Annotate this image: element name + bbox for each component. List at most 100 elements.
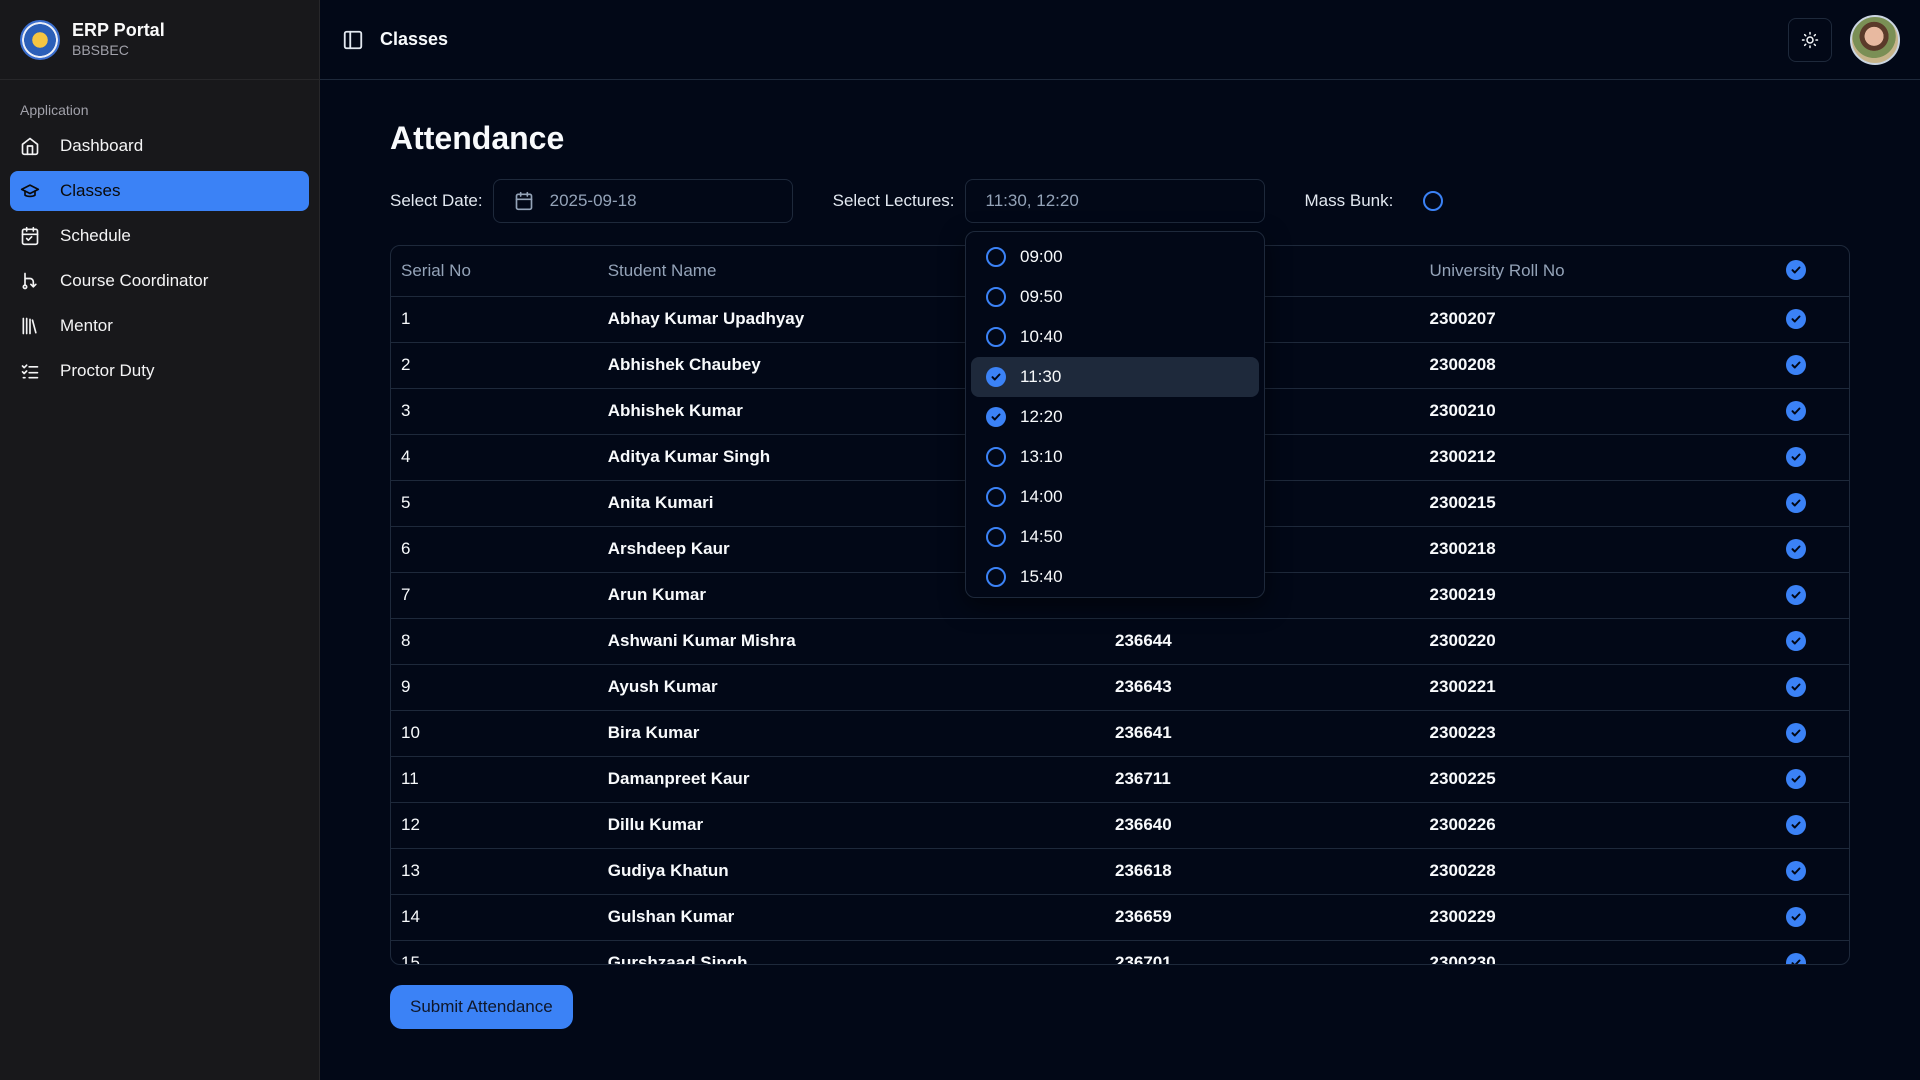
cell-university-roll: 2300208 — [1419, 342, 1777, 389]
cell-university-roll: 2300229 — [1419, 894, 1777, 941]
topbar: Classes — [320, 0, 1920, 80]
sidebar-toggle-button[interactable] — [340, 27, 366, 53]
lecture-checkbox[interactable] — [986, 287, 1006, 307]
sidebar-item-label: Mentor — [60, 316, 113, 335]
lecture-option-1540[interactable]: 15:40 — [971, 557, 1259, 597]
present-checkbox[interactable] — [1786, 538, 1807, 559]
main-area: Classes Attendance Select Date: 2025-09-… — [320, 0, 1920, 1080]
cell-university-roll: 2300207 — [1419, 296, 1777, 343]
lecture-checkbox[interactable] — [986, 447, 1006, 467]
table-row: 10 Bira Kumar 236641 2300223 — [391, 710, 1849, 757]
table-row: 8 Ashwani Kumar Mishra 236644 2300220 — [391, 618, 1849, 665]
sidebar-item-proctor-duty[interactable]: Proctor Duty — [10, 351, 309, 391]
date-picker[interactable]: 2025-09-18 — [492, 179, 793, 223]
brand-title: ERP Portal — [72, 20, 165, 41]
cell-serial: 5 — [391, 480, 598, 527]
lecture-checkbox-checked[interactable] — [986, 367, 1006, 387]
lecture-option-1130[interactable]: 11:30 — [971, 357, 1259, 397]
brand[interactable]: ERP Portal BBSBEC — [0, 0, 319, 80]
cell-roll: 236618 — [1104, 848, 1420, 895]
cell-serial: 11 — [391, 756, 598, 803]
present-checkbox[interactable] — [1786, 768, 1807, 789]
check-icon — [1791, 453, 1801, 460]
lecture-checkbox-checked[interactable] — [986, 407, 1006, 427]
submit-attendance-button[interactable]: Submit Attendance — [390, 985, 573, 1029]
lecture-checkbox[interactable] — [986, 487, 1006, 507]
sidebar-item-dashboard[interactable]: Dashboard — [10, 126, 309, 166]
check-icon — [1791, 591, 1801, 598]
sidebar-item-classes[interactable]: Classes — [10, 171, 309, 211]
lectures-select[interactable]: 11:30, 12:20 — [964, 179, 1265, 223]
cell-student-name: Ashwani Kumar Mishra — [597, 618, 1105, 665]
lecture-checkbox[interactable] — [986, 527, 1006, 547]
present-checkbox[interactable] — [1786, 722, 1807, 743]
cell-roll: 236641 — [1104, 710, 1420, 757]
cell-student-name: Bira Kumar — [597, 710, 1105, 757]
present-checkbox[interactable] — [1786, 814, 1807, 835]
cell-roll: 236659 — [1104, 894, 1420, 941]
cell-university-roll: 2300215 — [1419, 480, 1777, 527]
present-checkbox[interactable] — [1786, 630, 1807, 651]
present-checkbox[interactable] — [1786, 492, 1807, 513]
brand-subtitle: BBSBEC — [72, 41, 129, 58]
sidebar-item-schedule[interactable]: Schedule — [10, 216, 309, 256]
header-select-all[interactable] — [1776, 246, 1849, 297]
cell-serial: 15 — [391, 940, 598, 964]
panel-left-icon — [343, 30, 363, 49]
check-icon — [1791, 637, 1801, 644]
present-checkbox[interactable] — [1786, 584, 1807, 605]
lecture-option-1220[interactable]: 12:20 — [971, 397, 1259, 437]
cell-roll: 236711 — [1104, 756, 1420, 803]
present-checkbox[interactable] — [1786, 446, 1807, 467]
lecture-option-1400[interactable]: 14:00 — [971, 477, 1259, 517]
lectures-label: Select Lectures: — [832, 191, 955, 210]
cell-serial: 1 — [391, 296, 598, 343]
lecture-option-label: 14:50 — [1020, 527, 1063, 546]
mass-bunk-checkbox[interactable] — [1423, 191, 1444, 211]
table-row: 15 Gurshzaad Singh 236701 2300230 — [391, 940, 1849, 964]
present-checkbox[interactable] — [1786, 952, 1807, 964]
theme-toggle-button[interactable] — [1788, 17, 1832, 62]
present-checkbox[interactable] — [1786, 860, 1807, 881]
sidebar: ERP Portal BBSBEC Application Dashboard … — [0, 0, 320, 1080]
check-icon — [991, 373, 1001, 381]
lecture-option-0950[interactable]: 09:50 — [971, 277, 1259, 317]
cell-serial: 12 — [391, 802, 598, 849]
present-checkbox[interactable] — [1786, 354, 1807, 375]
cell-present — [1776, 480, 1849, 527]
cell-university-roll: 2300220 — [1419, 618, 1777, 665]
check-icon — [1791, 821, 1801, 828]
present-checkbox[interactable] — [1786, 906, 1807, 927]
lecture-option-label: 10:40 — [1020, 327, 1063, 346]
table-row: 9 Ayush Kumar 236643 2300221 — [391, 664, 1849, 711]
lectures-value: 11:30, 12:20 — [985, 191, 1079, 210]
lecture-checkbox[interactable] — [986, 327, 1006, 347]
cell-present — [1776, 572, 1849, 619]
avatar[interactable] — [1850, 14, 1900, 65]
lecture-option-1040[interactable]: 10:40 — [971, 317, 1259, 357]
lecture-checkbox[interactable] — [986, 567, 1006, 587]
present-checkbox[interactable] — [1786, 308, 1807, 329]
present-checkbox[interactable] — [1786, 400, 1807, 421]
present-checkbox[interactable] — [1786, 676, 1807, 697]
sidebar-item-course-coordinator[interactable]: Course Coordinator — [10, 261, 309, 301]
lecture-checkbox[interactable] — [986, 247, 1006, 267]
header-serial: Serial No — [391, 246, 598, 297]
lecture-option-0900[interactable]: 09:00 — [971, 237, 1259, 277]
home-icon — [21, 137, 39, 156]
cell-university-roll: 2300230 — [1419, 940, 1777, 964]
cell-roll: 236644 — [1104, 618, 1420, 665]
check-icon — [1791, 315, 1801, 322]
lecture-option-label: 13:10 — [1020, 447, 1063, 466]
cell-present — [1776, 940, 1849, 964]
date-value: 2025-09-18 — [549, 191, 637, 210]
cell-present — [1776, 894, 1849, 941]
select-all-checkbox[interactable] — [1786, 260, 1807, 281]
cell-present — [1776, 756, 1849, 803]
lecture-option-1450[interactable]: 14:50 — [971, 517, 1259, 557]
cell-serial: 4 — [391, 434, 598, 481]
sidebar-item-mentor[interactable]: Mentor — [10, 306, 309, 346]
lecture-option-1310[interactable]: 13:10 — [971, 437, 1259, 477]
cell-university-roll: 2300210 — [1419, 388, 1777, 435]
cell-present — [1776, 848, 1849, 895]
